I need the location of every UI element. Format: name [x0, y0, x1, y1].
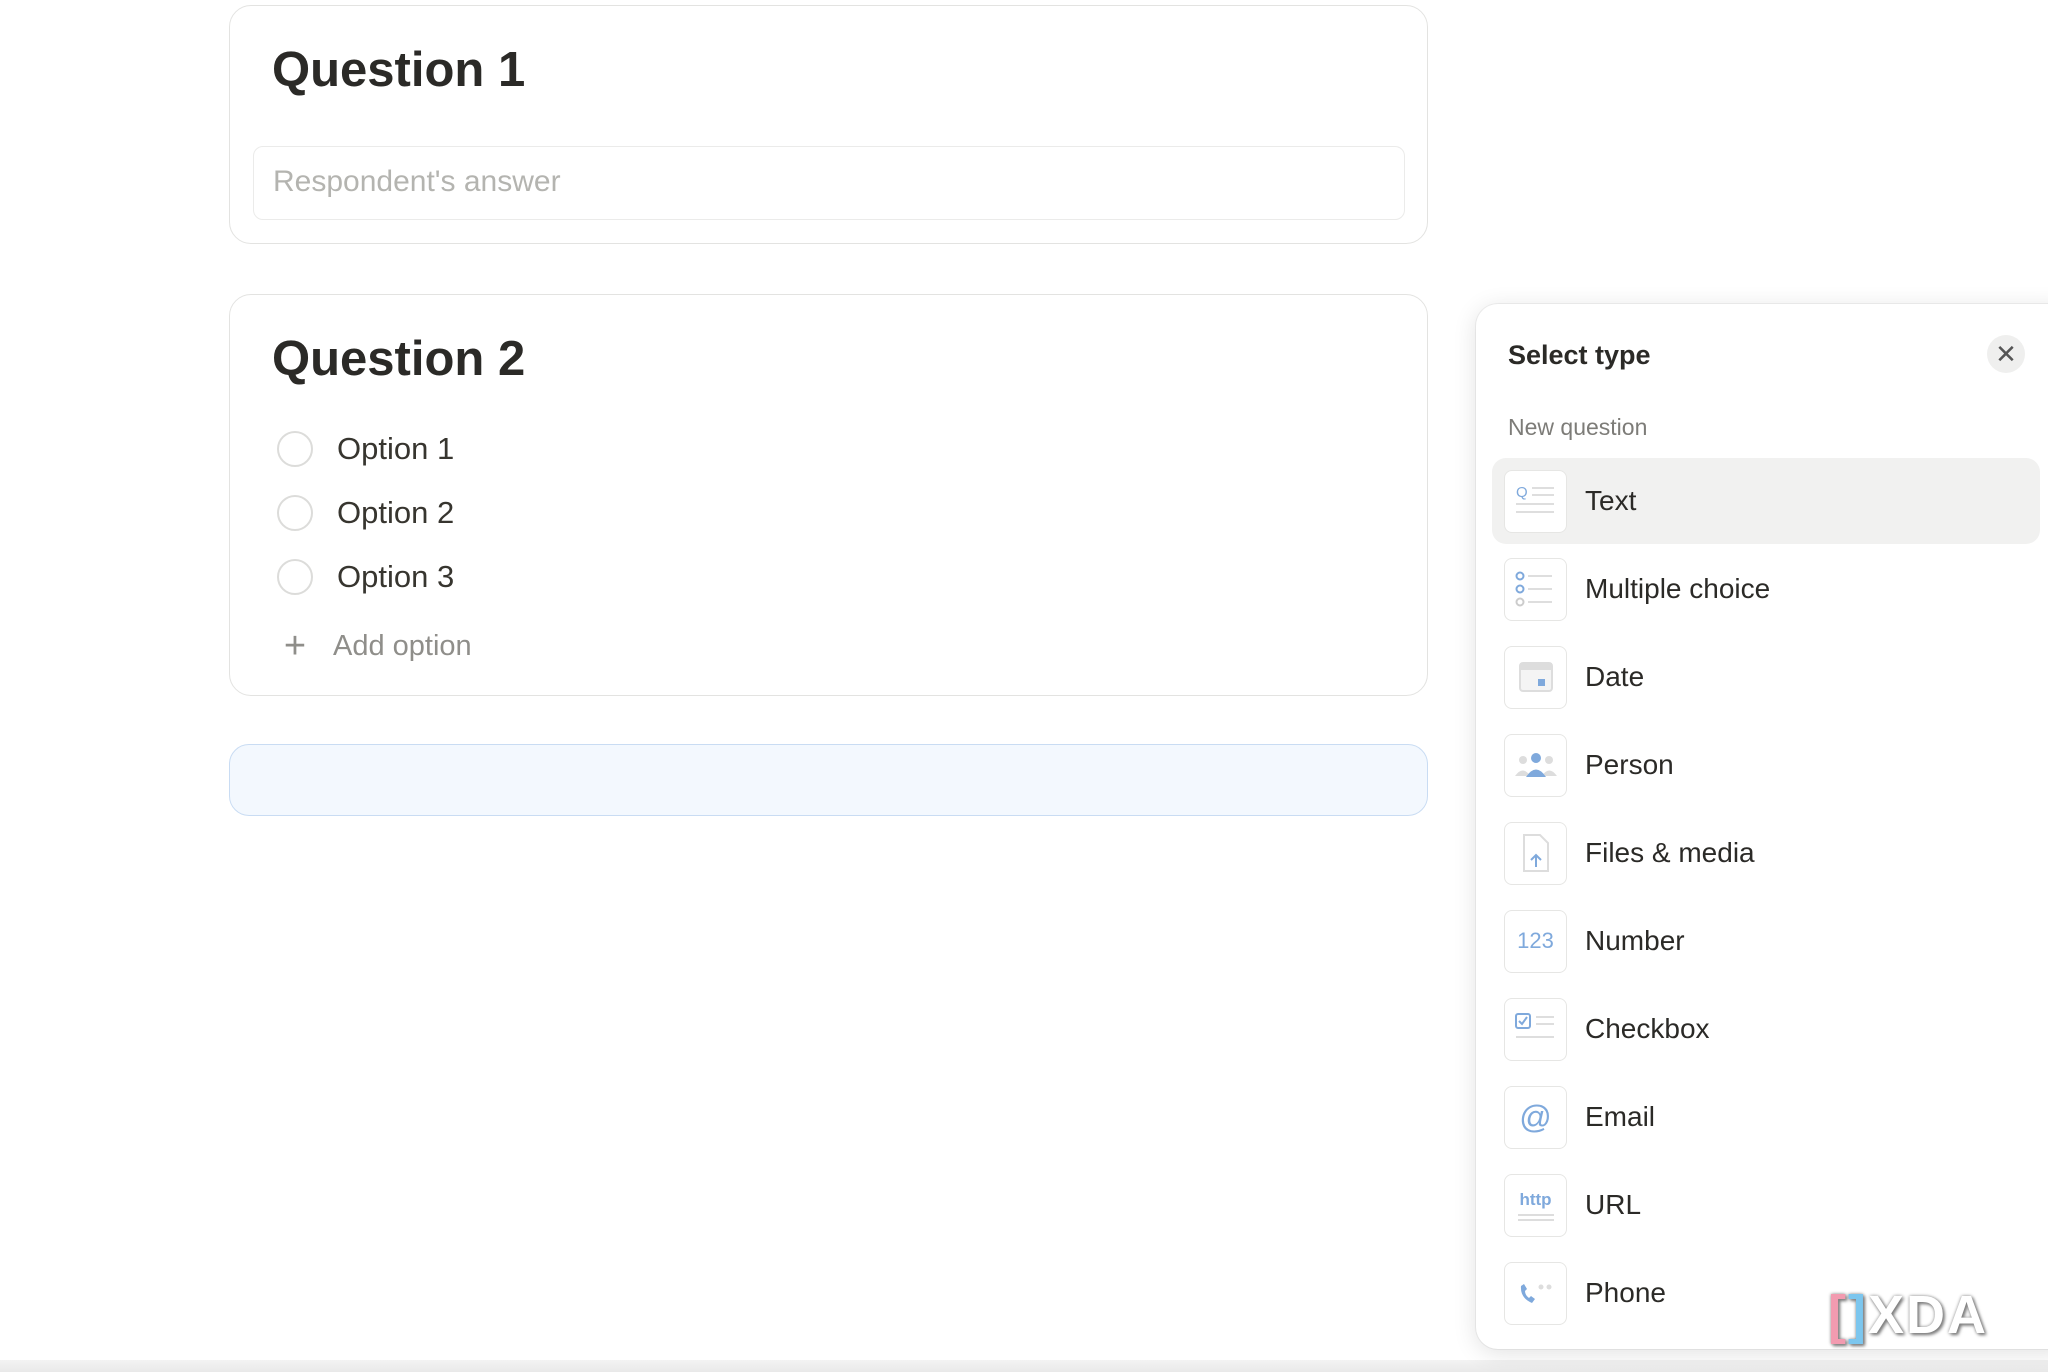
question-1-card[interactable]: Question 1 Respondent's answer [229, 5, 1428, 244]
type-item-url[interactable]: http URL [1492, 1162, 2040, 1248]
number-icon: 123 [1504, 909, 1567, 973]
icon-lines [1517, 1213, 1554, 1221]
type-item-checkbox[interactable]: Checkbox [1492, 986, 2040, 1072]
at-icon: @ [1504, 1085, 1567, 1149]
option-label: Option 2 [337, 495, 455, 530]
type-item-multiple-choice[interactable]: Multiple choice [1492, 546, 2040, 632]
question-2-card[interactable]: Question 2 Option 1 Option 2 Option 3 + A… [229, 294, 1428, 696]
checkbox-icon [1504, 997, 1567, 1061]
add-option-button[interactable]: + Add option [277, 625, 472, 668]
section-label: New question [1508, 414, 1648, 440]
answer-field[interactable]: Respondent's answer [253, 146, 1405, 220]
type-label: Text [1585, 485, 1637, 516]
page-bottom-edge [0, 1360, 2048, 1372]
text-question-icon: Q [1504, 469, 1567, 533]
type-label: URL [1585, 1189, 1642, 1220]
svg-text:Q: Q [1516, 484, 1528, 501]
type-item-person[interactable]: Person [1492, 722, 2040, 808]
type-label: Files & media [1585, 837, 1755, 868]
plus-icon: + [283, 625, 307, 667]
type-label: Person [1585, 749, 1674, 780]
type-item-text[interactable]: Q Text [1492, 458, 2040, 544]
option-label: Option 1 [337, 431, 455, 466]
multiple-choice-icon [1504, 557, 1567, 621]
option-label: Option 3 [337, 559, 455, 594]
option-1[interactable]: Option 1 [277, 429, 454, 469]
radio-button[interactable] [277, 559, 313, 595]
type-item-date[interactable]: Date [1492, 634, 2040, 720]
xda-watermark-logo: []XDA [1828, 1285, 1988, 1345]
calendar-icon [1504, 645, 1567, 709]
type-item-email[interactable]: @ Email [1492, 1074, 2040, 1160]
type-item-number[interactable]: 123 Number [1492, 898, 2040, 984]
phone-icon [1504, 1261, 1567, 1325]
type-label: Number [1585, 925, 1685, 956]
http-glyph: http [1519, 1189, 1552, 1209]
radio-button[interactable] [277, 431, 313, 467]
type-label: Phone [1585, 1277, 1666, 1308]
select-type-panel: Select type ✕ New question Q Text Multip… [1476, 304, 2048, 1349]
type-label: Email [1585, 1101, 1656, 1132]
type-item-files-media[interactable]: Files & media [1492, 810, 2040, 896]
add-question-bar[interactable] [229, 744, 1428, 816]
radio-button[interactable] [277, 495, 313, 531]
panel-title: Select type [1508, 340, 1651, 370]
http-icon: http [1504, 1173, 1567, 1237]
option-3[interactable]: Option 3 [277, 557, 454, 597]
file-upload-icon [1504, 821, 1567, 885]
question-title[interactable]: Question 2 [272, 331, 525, 387]
people-icon [1504, 733, 1567, 797]
close-icon[interactable]: ✕ [1987, 335, 2025, 373]
type-label: Multiple choice [1585, 573, 1771, 604]
type-label: Checkbox [1585, 1013, 1710, 1044]
question-title[interactable]: Question 1 [272, 42, 525, 98]
option-2[interactable]: Option 2 [277, 493, 454, 533]
type-label: Date [1585, 661, 1645, 692]
add-option-label: Add option [333, 630, 472, 662]
